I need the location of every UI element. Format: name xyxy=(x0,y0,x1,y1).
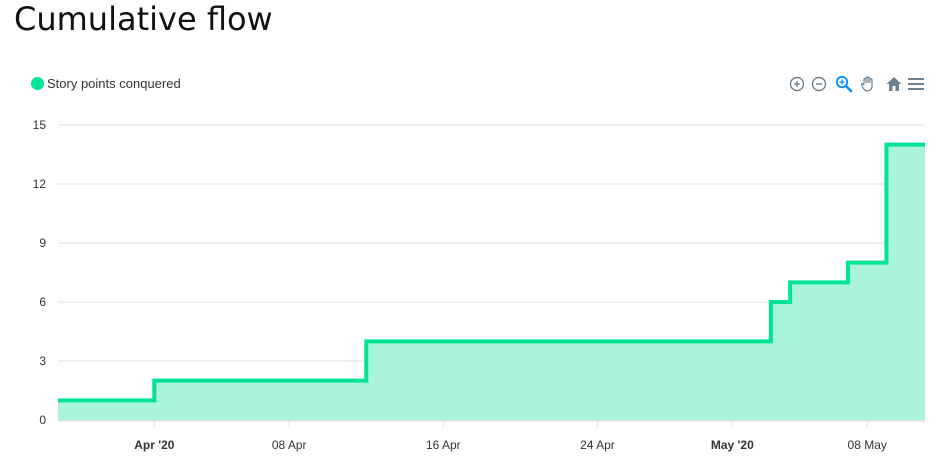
data-point[interactable] xyxy=(363,338,369,344)
x-tick-label: 08 May xyxy=(848,438,887,452)
data-point[interactable] xyxy=(845,260,851,266)
y-tick-label: 3 xyxy=(39,354,46,368)
y-tick-label: 0 xyxy=(39,413,46,427)
cumulative-flow-chart[interactable]: 0 3 6 9 12 15 Apr '20 08 Apr 16 Apr 24 Apr May '20… xyxy=(0,0,950,476)
data-point[interactable] xyxy=(787,279,793,285)
data-point[interactable] xyxy=(55,397,61,403)
x-tick-label: Apr '20 xyxy=(134,438,175,452)
data-point[interactable] xyxy=(883,142,889,148)
y-tick-label: 12 xyxy=(33,177,47,191)
data-point[interactable] xyxy=(768,319,774,325)
x-tick-label: 16 Apr xyxy=(426,438,461,452)
y-tick-label: 9 xyxy=(39,236,46,250)
y-tick-label: 6 xyxy=(39,295,46,309)
x-tick-label: 08 Apr xyxy=(272,438,307,452)
data-point[interactable] xyxy=(151,378,157,384)
x-tick-label: May '20 xyxy=(711,438,754,452)
y-tick-label: 15 xyxy=(33,118,47,132)
data-point[interactable] xyxy=(768,299,774,305)
x-tick-label: 24 Apr xyxy=(580,438,615,452)
